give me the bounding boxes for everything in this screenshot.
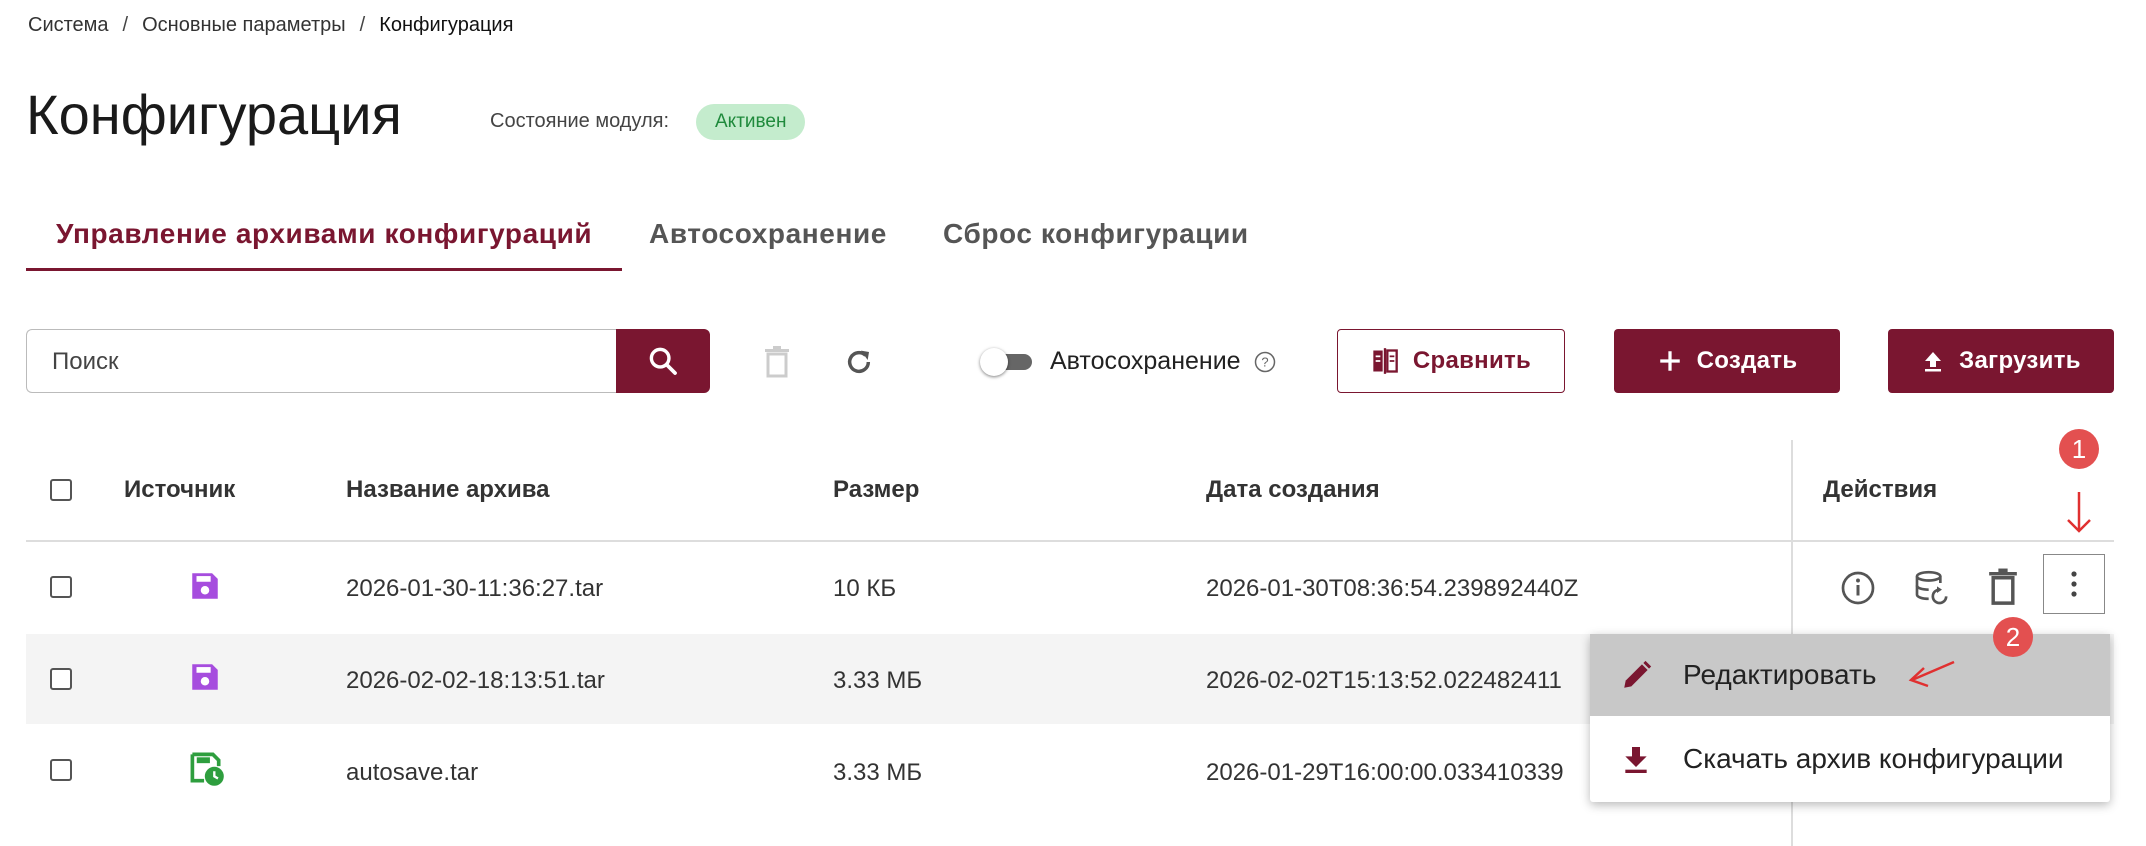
- column-header-actions: Действия: [1823, 476, 1938, 503]
- row-checkbox[interactable]: [50, 576, 72, 598]
- menu-item-download-label: Скачать архив конфигурации: [1683, 743, 2064, 774]
- svg-text:?: ?: [1261, 355, 1268, 370]
- delete-selected-button[interactable]: [755, 340, 799, 384]
- upload-icon: [1925, 352, 1942, 372]
- search-icon: [649, 347, 677, 375]
- archive-date: 2026-01-29T16:00:00.033410339: [1206, 759, 1564, 786]
- annotation-marker-1: 1: [2059, 429, 2099, 469]
- archive-size: 10 КБ: [833, 575, 897, 602]
- column-header-date[interactable]: Дата создания: [1206, 476, 1380, 504]
- breadcrumb-separator: /: [122, 14, 129, 36]
- row-checkbox[interactable]: [50, 668, 72, 690]
- more-actions-button[interactable]: [2043, 554, 2105, 614]
- annotation-arrow-down-icon: [2067, 492, 2091, 533]
- autosave-icon: [190, 752, 224, 786]
- upload-button[interactable]: Загрузить: [1888, 329, 2114, 393]
- help-icon[interactable]: ?: [1254, 351, 1276, 373]
- trash-icon: [765, 346, 789, 378]
- tab-autosave[interactable]: Автосохранение: [649, 218, 887, 250]
- column-header-source[interactable]: Источник: [124, 476, 235, 504]
- row-checkbox[interactable]: [50, 759, 72, 781]
- plus-icon: [1659, 351, 1680, 371]
- tab-archive-management[interactable]: Управление архивами конфигураций: [56, 218, 592, 250]
- table-row[interactable]: [26, 541, 2114, 633]
- refresh-icon: [847, 350, 871, 374]
- menu-item-edit[interactable]: Редактировать: [1590, 634, 2110, 716]
- breadcrumb-separator: /: [359, 14, 366, 36]
- search-button[interactable]: [616, 329, 710, 393]
- breadcrumb-item-main-params[interactable]: Основные параметры: [142, 14, 346, 37]
- annotation-arrow-left-icon: [1908, 660, 1955, 688]
- restore-icon[interactable]: [1912, 568, 1952, 608]
- refresh-button[interactable]: [837, 340, 881, 384]
- archive-size: 3.33 МБ: [833, 759, 923, 786]
- archive-name: autosave.tar: [346, 759, 479, 786]
- pencil-icon: [1624, 660, 1652, 688]
- create-button[interactable]: Создать: [1614, 329, 1840, 393]
- info-icon[interactable]: [1840, 570, 1876, 606]
- trash-icon[interactable]: [1988, 568, 2018, 606]
- autosave-toggle-label: Автосохранение: [1050, 347, 1241, 375]
- select-all-checkbox[interactable]: [50, 479, 72, 501]
- column-header-name[interactable]: Название архива: [346, 476, 550, 504]
- status-badge: Активен: [696, 104, 806, 140]
- breadcrumb-item-system[interactable]: Система: [28, 14, 109, 37]
- breadcrumb: Система / Основные параметры / Конфигура…: [28, 14, 513, 37]
- save-icon: [192, 664, 218, 690]
- annotation-marker-2: 2: [1993, 617, 2033, 657]
- column-header-size[interactable]: Размер: [833, 476, 919, 504]
- page-title: Конфигурация: [26, 83, 402, 146]
- compare-button-label: Сравнить: [1412, 347, 1532, 374]
- download-icon: [1625, 747, 1647, 773]
- create-button-label: Создать: [1696, 347, 1798, 374]
- archive-date: 2026-01-30T08:36:54.239892440Z: [1206, 575, 1579, 602]
- save-icon: [192, 573, 218, 599]
- more-vertical-icon: [2071, 571, 2077, 597]
- archive-size: 3.33 МБ: [833, 667, 923, 694]
- compare-button[interactable]: Сравнить: [1337, 329, 1565, 393]
- breadcrumb-item-current: Конфигурация: [379, 14, 514, 36]
- upload-button-label: Загрузить: [1959, 347, 2081, 374]
- active-tab-indicator: [26, 268, 622, 271]
- module-status-label: Состояние модуля:: [490, 110, 670, 132]
- row-actions-menu: Редактировать Скачать архив конфигурации: [1590, 634, 2110, 802]
- menu-item-download[interactable]: Скачать архив конфигурации: [1590, 718, 2110, 800]
- compare-icon: [1373, 348, 1398, 374]
- archive-name: 2026-02-02-18:13:51.tar: [346, 667, 605, 694]
- tab-reset-config[interactable]: Сброс конфигурации: [943, 218, 1249, 250]
- archive-name: 2026-01-30-11:36:27.tar: [346, 575, 604, 602]
- menu-item-edit-label: Редактировать: [1683, 659, 1877, 690]
- search-input[interactable]: [50, 347, 594, 377]
- archive-date: 2026-02-02T15:13:52.022482411: [1206, 667, 1562, 694]
- autosave-toggle[interactable]: [980, 348, 1038, 376]
